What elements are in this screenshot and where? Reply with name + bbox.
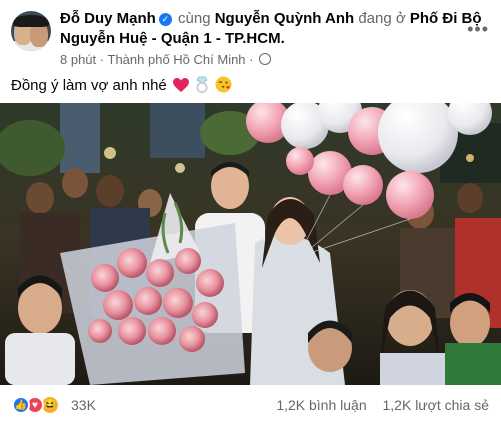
post-photo-illustration xyxy=(0,103,501,385)
post-header-text: Đỗ Duy Mạnh ✓ cùng Nguyễn Quỳnh Anh đang … xyxy=(60,9,493,49)
facebook-post: Đỗ Duy Mạnh ✓ cùng Nguyễn Quỳnh Anh đang … xyxy=(0,0,501,423)
red-heart-icon xyxy=(172,78,189,99)
comment-count[interactable]: 1,2K bình luận xyxy=(276,397,366,413)
post-meta: 8 phút · Thành phố Hồ Chí Minh · xyxy=(60,52,272,68)
post-caption: Đồng ý làm vợ anh nhé xyxy=(11,76,232,99)
post-header: Đỗ Duy Mạnh ✓ cùng Nguyễn Quỳnh Anh đang … xyxy=(11,9,493,67)
ring-icon xyxy=(195,76,209,99)
meta-separator: · xyxy=(99,52,105,67)
caption-text: Đồng ý làm vợ anh nhé xyxy=(11,77,167,94)
author-name[interactable]: Đỗ Duy Mạnh xyxy=(60,10,156,27)
with-text: cùng xyxy=(178,10,211,27)
at-text: đang ở xyxy=(358,10,406,27)
author-avatar[interactable] xyxy=(11,11,51,51)
face-blowing-kiss-icon xyxy=(215,76,232,99)
post-time[interactable]: 8 phút xyxy=(60,52,96,67)
share-count[interactable]: 1,2K lượt chia sẻ xyxy=(383,397,490,413)
meta-separator-2: · xyxy=(249,52,254,67)
post-location[interactable]: Thành phố Hồ Chí Minh xyxy=(108,52,246,67)
like-icon: 👍 xyxy=(12,396,30,414)
post-stats: 1,2K bình luận 1,2K lượt chia sẻ xyxy=(264,397,489,413)
more-options-icon[interactable]: ••• xyxy=(467,19,489,40)
post-photo[interactable] xyxy=(0,103,501,385)
verified-badge-icon: ✓ xyxy=(158,13,172,26)
globe-icon[interactable] xyxy=(259,53,272,65)
reaction-count[interactable]: 33K xyxy=(71,397,96,413)
tagged-person[interactable]: Nguyễn Quỳnh Anh xyxy=(215,10,354,27)
post-footer: 👍 ♥ 😆 33K 1,2K bình luận 1,2K lượt chia … xyxy=(0,385,501,423)
